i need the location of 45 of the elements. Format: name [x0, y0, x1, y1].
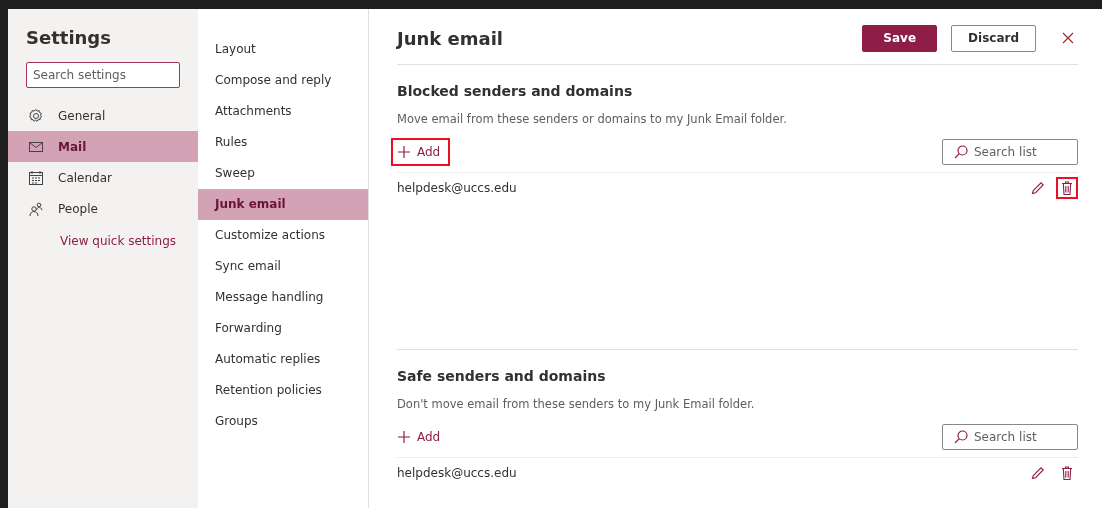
nav-item[interactable]: Rules — [198, 127, 368, 158]
sidebar-item[interactable]: People — [8, 193, 198, 224]
nav-item[interactable]: Sweep — [198, 158, 368, 189]
nav-item[interactable]: Compose and reply — [198, 65, 368, 96]
section-description: Move email from these senders or domains to my Junk Email folder. — [397, 112, 788, 126]
search-list-field[interactable]: Search list — [942, 424, 1078, 450]
nav-item[interactable]: Attachments — [198, 96, 368, 127]
search-list-field[interactable]: Search list — [942, 139, 1078, 165]
quick-settings-link[interactable]: View quick settings — [8, 224, 198, 248]
plus-icon — [398, 431, 410, 443]
email-address: helpdesk@uccs.edu — [397, 181, 517, 195]
section-title: Blocked senders and domains — [397, 83, 634, 99]
people-icon — [28, 200, 44, 217]
pencil-icon — [1031, 466, 1045, 480]
settings-icon — [28, 107, 44, 124]
plus-icon — [398, 146, 410, 158]
save-button[interactable]: Save — [862, 24, 938, 52]
email-address: helpdesk@uccs.edu — [397, 466, 517, 480]
nav-item[interactable]: Message handling — [198, 282, 368, 313]
trash-icon — [1061, 181, 1073, 195]
search-icon — [954, 145, 968, 159]
sidebar-item[interactable]: Mail — [8, 131, 198, 162]
sidebar-item[interactable]: Calendar — [8, 162, 198, 193]
add-button[interactable]: Add — [391, 423, 451, 451]
nav-item[interactable]: Sync email — [198, 251, 368, 282]
section-description: Don't move email from these senders to my Junk Email folder. — [397, 397, 756, 411]
nav-item[interactable]: Customize actions — [198, 220, 368, 251]
nav-item[interactable]: Automatic replies — [198, 344, 368, 375]
section-title: Safe senders and domains — [397, 368, 607, 384]
pencil-icon — [1031, 181, 1045, 195]
nav-item[interactable]: Junk email — [198, 189, 368, 220]
trash-icon — [1061, 466, 1073, 480]
sidebar-item[interactable]: General — [8, 100, 198, 131]
calendar-icon — [28, 169, 44, 186]
nav-item[interactable]: Layout — [198, 34, 368, 65]
page-title: Junk email — [397, 27, 503, 49]
close-icon — [1062, 32, 1074, 44]
search-icon — [954, 430, 968, 444]
search-field[interactable]: Search settings — [26, 62, 180, 88]
nav-item[interactable]: Retention policies — [198, 375, 368, 406]
add-button[interactable]: Add — [391, 138, 451, 166]
nav-item[interactable]: Forwarding — [198, 313, 368, 344]
discard-button[interactable]: Discard — [951, 24, 1036, 52]
nav-item[interactable]: Groups — [198, 406, 368, 437]
delete-button[interactable] — [1056, 177, 1078, 199]
